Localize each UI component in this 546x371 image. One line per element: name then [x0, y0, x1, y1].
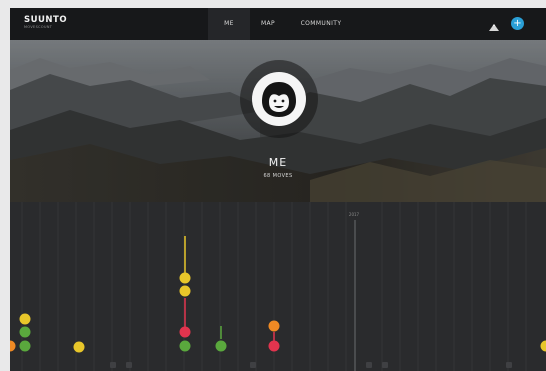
moves-timeline[interactable]: 2017 [10, 202, 546, 371]
suunto-logo[interactable]: SUUNTO MOVESCOUNT [24, 16, 67, 30]
mountain-icon[interactable] [488, 18, 500, 31]
top-bar: SUUNTO MOVESCOUNT ME MAP COMMUNITY + [10, 8, 546, 40]
profile-hero: ME 68 MOVES [10, 40, 546, 202]
today-label: 2017 [348, 212, 360, 217]
moves-count: 68 MOVES [263, 173, 293, 179]
move-markers [10, 236, 546, 353]
profile-title: ME [268, 156, 288, 169]
nav-me[interactable]: ME [208, 8, 250, 40]
logo-tagline: MOVESCOUNT [24, 25, 53, 29]
avatar-ring [240, 60, 318, 138]
timeline-chart [10, 202, 546, 371]
nav-community[interactable]: COMMUNITY [295, 8, 347, 40]
avatar[interactable] [252, 72, 306, 126]
avatar-face-icon [262, 82, 296, 117]
nav-map[interactable]: MAP [251, 8, 285, 40]
app-window: SUUNTO MOVESCOUNT ME MAP COMMUNITY + ME … [10, 8, 546, 371]
logo-text: SUUNTO [24, 15, 68, 25]
add-icon[interactable]: + [511, 17, 524, 30]
